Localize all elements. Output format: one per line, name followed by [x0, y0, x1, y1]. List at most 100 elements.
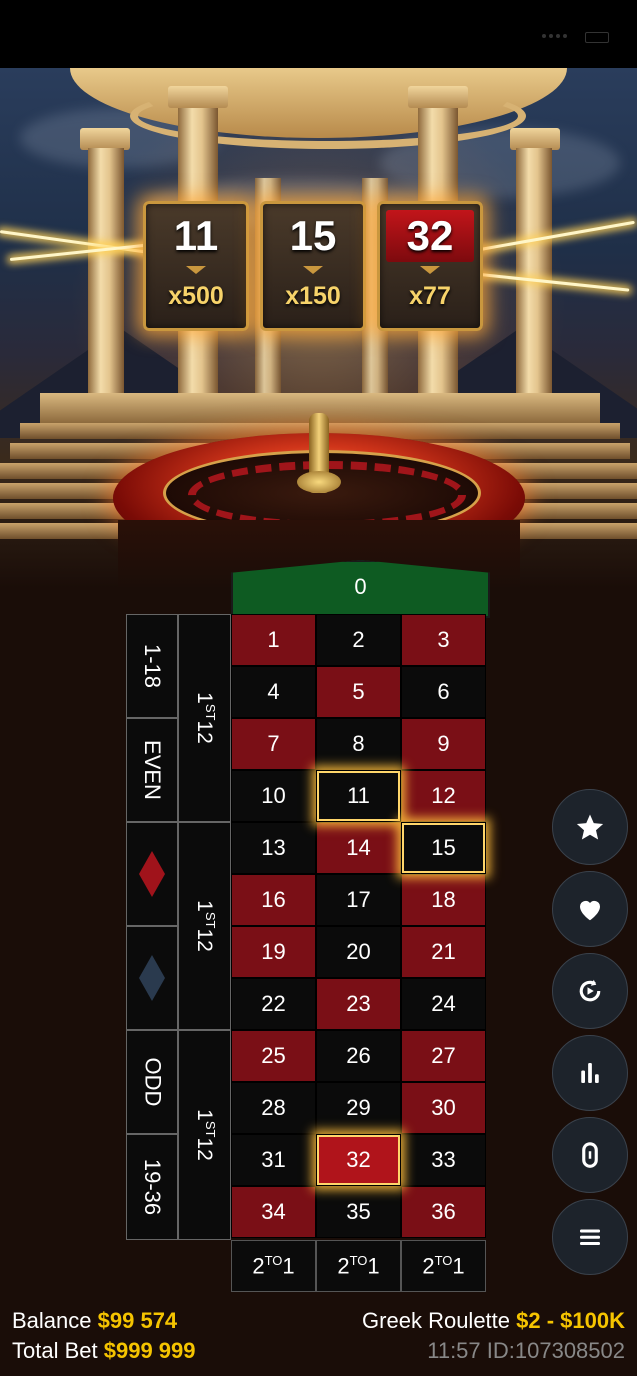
bet-number-cell[interactable]: 12: [401, 770, 486, 822]
dozen-label: 1ST12: [192, 692, 218, 744]
table-limits: $2 - $100K: [516, 1308, 625, 1333]
column-label: 2TO1: [422, 1252, 465, 1279]
bet-number-cell[interactable]: 5: [316, 666, 401, 718]
lucky-number: 15: [289, 212, 337, 259]
bet-number-cell[interactable]: 28: [231, 1082, 316, 1134]
bet-number-cell[interactable]: 22: [231, 978, 316, 1030]
lucky-number-card: 32 x77: [377, 201, 483, 331]
lucky-number-card: 11 x500: [143, 201, 249, 331]
bet-number-cell[interactable]: 23: [316, 978, 401, 1030]
bet-dozen-2[interactable]: 1ST12: [178, 822, 231, 1030]
bet-number-cell[interactable]: 10: [231, 770, 316, 822]
lucky-multiplier: x500: [168, 282, 224, 310]
favorites-star-button[interactable]: [552, 789, 628, 865]
outside-bets: 1-18 EVEN ODD 19-36 1ST12 1ST12 1ST12: [126, 614, 231, 1240]
round-time-id: 11:57 ID:107308502: [427, 1338, 625, 1363]
total-bet-value: $999 999: [103, 1338, 196, 1363]
zero-label: 0: [354, 574, 367, 599]
hamburger-icon: [580, 1229, 600, 1245]
bet-number-cell[interactable]: 27: [401, 1030, 486, 1082]
bet-number-cell[interactable]: 15: [401, 822, 486, 874]
bet-number-cell[interactable]: 25: [231, 1030, 316, 1082]
bet-number-cell[interactable]: 33: [401, 1134, 486, 1186]
bet-number-cell[interactable]: 36: [401, 1186, 486, 1238]
game-info: Greek Roulette $2 - $100K: [362, 1308, 625, 1334]
bet-dozen-1[interactable]: 1ST12: [178, 614, 231, 822]
bet-number-cell[interactable]: 2: [316, 614, 401, 666]
bet-odd[interactable]: ODD: [126, 1030, 178, 1134]
status-bar: [0, 0, 637, 68]
bet-number-cell[interactable]: 7: [231, 718, 316, 770]
black-diamond-icon: [139, 955, 165, 1001]
balance-value: $99 574: [97, 1308, 178, 1333]
balance-label: Balance: [12, 1308, 92, 1333]
bet-number-cell[interactable]: 31: [231, 1134, 316, 1186]
bet-number-cell[interactable]: 11: [316, 770, 401, 822]
bet-number-cell[interactable]: 1: [231, 614, 316, 666]
temple-scene: 11 x500 15 x150 32 x77: [0, 68, 637, 588]
balance: Balance $99 574: [12, 1308, 177, 1334]
total-bet: Total Bet $999 999: [12, 1338, 196, 1364]
bet-red[interactable]: [126, 822, 178, 926]
bet-number-cell[interactable]: 26: [316, 1030, 401, 1082]
bet-number-cell[interactable]: 17: [316, 874, 401, 926]
bet-number-cell[interactable]: 21: [401, 926, 486, 978]
betting-table: 0 1 2 3 4 5 6 7 8 9 10 11 12 13 14 15 16 17 18 19 20 21 22 23 2…: [0, 560, 637, 1300]
total-bet-label: Total Bet: [12, 1338, 98, 1363]
lucky-number-card: 15 x150: [260, 201, 366, 331]
bet-number-cell[interactable]: 6: [401, 666, 486, 718]
bet-number-cell[interactable]: 32: [316, 1134, 401, 1186]
bet-19-36[interactable]: 19-36: [126, 1134, 178, 1240]
bet-number-cell[interactable]: 8: [316, 718, 401, 770]
bet-even[interactable]: EVEN: [126, 718, 178, 822]
bet-number-cell[interactable]: 24: [401, 978, 486, 1030]
bet-number-cell[interactable]: 16: [231, 874, 316, 926]
statistics-button[interactable]: [552, 1035, 628, 1111]
bet-number-cell[interactable]: 34: [231, 1186, 316, 1238]
column-label: 2TO1: [252, 1252, 295, 1279]
bet-1-18-label: 1-18: [139, 643, 165, 689]
bet-number-cell[interactable]: 29: [316, 1082, 401, 1134]
bet-number-cell[interactable]: 14: [316, 822, 401, 874]
bet-black[interactable]: [126, 926, 178, 1030]
game-name: Greek Roulette: [362, 1308, 511, 1333]
lucky-number: 32: [386, 210, 474, 262]
bet-number-cell[interactable]: 3: [401, 614, 486, 666]
replay-icon: [579, 979, 601, 1002]
racetrack-icon: [582, 1142, 598, 1168]
bet-number-cell[interactable]: 18: [401, 874, 486, 926]
lucky-multiplier: x150: [285, 282, 341, 310]
bar-chart-icon: [581, 1063, 599, 1083]
bet-number-cell[interactable]: 13: [231, 822, 316, 874]
bet-even-label: EVEN: [140, 740, 166, 800]
menu-button[interactable]: [552, 1199, 628, 1275]
dozen-label: 1ST12: [192, 1109, 218, 1161]
column-label: 2TO1: [337, 1252, 380, 1279]
racetrack-button[interactable]: [552, 1117, 628, 1193]
lucky-multiplier: x77: [409, 282, 451, 310]
bet-number-cell[interactable]: 20: [316, 926, 401, 978]
signal-icon: [542, 34, 567, 38]
bet-dozen-3[interactable]: 1ST12: [178, 1030, 231, 1240]
bet-number-cell[interactable]: 9: [401, 718, 486, 770]
bet-number-cell[interactable]: 30: [401, 1082, 486, 1134]
red-diamond-icon: [139, 851, 165, 897]
column-bets: 2TO1 2TO1 2TO1: [231, 1240, 486, 1292]
heart-icon: [580, 900, 600, 921]
bet-odd-label: ODD: [139, 1057, 165, 1107]
bet-column-2[interactable]: 2TO1: [316, 1240, 401, 1292]
info-footer: Balance $99 574 Total Bet $999 999 Greek…: [0, 1300, 637, 1376]
dozen-label: 1ST12: [192, 900, 218, 952]
bet-number-cell[interactable]: 4: [231, 666, 316, 718]
lucky-number: 11: [173, 212, 219, 259]
bet-zero[interactable]: 0: [231, 560, 490, 618]
bet-number-cell[interactable]: 19: [231, 926, 316, 978]
bet-number-cell[interactable]: 35: [316, 1186, 401, 1238]
bet-1-18[interactable]: 1-18: [126, 614, 178, 718]
repeat-bet-button[interactable]: [552, 953, 628, 1029]
bet-column-3[interactable]: 2TO1: [401, 1240, 486, 1292]
bet-column-1[interactable]: 2TO1: [231, 1240, 316, 1292]
battery-icon: [585, 32, 609, 43]
saved-bets-heart-button[interactable]: [552, 871, 628, 947]
star-icon: [576, 814, 604, 840]
